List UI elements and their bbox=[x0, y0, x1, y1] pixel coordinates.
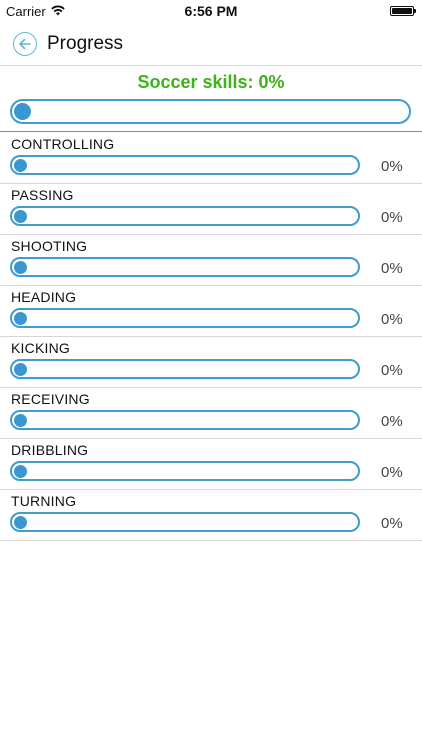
skill-label: HEADING bbox=[11, 289, 77, 305]
skill-row-kicking[interactable]: KICKING 0% bbox=[0, 337, 422, 388]
status-time: 6:56 PM bbox=[184, 3, 238, 19]
skill-progress-bar bbox=[10, 461, 360, 481]
back-arrow-icon bbox=[19, 38, 31, 50]
skill-percent: 0% bbox=[381, 260, 403, 277]
skill-percent: 0% bbox=[381, 158, 403, 175]
skill-label: KICKING bbox=[11, 340, 70, 356]
skill-percent: 0% bbox=[381, 413, 403, 430]
skill-progress-knob bbox=[13, 464, 27, 478]
skill-label: DRIBBLING bbox=[11, 442, 89, 458]
skill-row-turning[interactable]: TURNING 0% bbox=[0, 490, 422, 541]
skill-progress-knob bbox=[13, 515, 27, 529]
skill-progress-knob bbox=[13, 362, 27, 376]
skill-label: TURNING bbox=[11, 493, 77, 509]
battery-icon bbox=[390, 6, 416, 16]
skill-progress-bar bbox=[10, 512, 360, 532]
skill-label: SHOOTING bbox=[11, 238, 88, 254]
skill-progress-bar bbox=[10, 257, 360, 277]
navigation-bar: Progress bbox=[0, 22, 422, 66]
skill-percent: 0% bbox=[381, 515, 403, 532]
skill-percent: 0% bbox=[381, 362, 403, 379]
skill-progress-knob bbox=[13, 311, 27, 325]
overall-progress-title: Soccer skills: 0% bbox=[137, 72, 285, 92]
skill-percent: 0% bbox=[381, 209, 403, 226]
skill-percent: 0% bbox=[381, 464, 403, 481]
skill-label: PASSING bbox=[11, 187, 74, 203]
skill-progress-knob bbox=[13, 413, 27, 427]
page-title: Progress bbox=[47, 33, 124, 54]
skill-progress-bar bbox=[10, 308, 360, 328]
overall-progress-section: Soccer skills: 0% bbox=[0, 67, 422, 132]
skill-label: CONTROLLING bbox=[11, 136, 115, 152]
back-button[interactable] bbox=[13, 32, 37, 56]
skill-label: RECEIVING bbox=[11, 391, 90, 407]
skill-list: CONTROLLING 0% PASSING 0% SHOOTING 0% HE… bbox=[0, 133, 422, 541]
skill-row-dribbling[interactable]: DRIBBLING 0% bbox=[0, 439, 422, 490]
overall-progress-bar bbox=[10, 99, 411, 124]
status-bar: Carrier 6:56 PM bbox=[0, 0, 422, 22]
skill-percent: 0% bbox=[381, 311, 403, 328]
skill-row-receiving[interactable]: RECEIVING 0% bbox=[0, 388, 422, 439]
skill-progress-knob bbox=[13, 209, 27, 223]
skill-progress-bar bbox=[10, 410, 360, 430]
skill-row-passing[interactable]: PASSING 0% bbox=[0, 184, 422, 235]
skill-progress-knob bbox=[13, 260, 27, 274]
skill-row-heading[interactable]: HEADING 0% bbox=[0, 286, 422, 337]
skill-progress-bar bbox=[10, 359, 360, 379]
skill-row-controlling[interactable]: CONTROLLING 0% bbox=[0, 133, 422, 184]
skill-progress-bar bbox=[10, 155, 360, 175]
skill-row-shooting[interactable]: SHOOTING 0% bbox=[0, 235, 422, 286]
overall-progress-knob bbox=[14, 103, 31, 120]
skill-progress-knob bbox=[13, 158, 27, 172]
skill-progress-bar bbox=[10, 206, 360, 226]
